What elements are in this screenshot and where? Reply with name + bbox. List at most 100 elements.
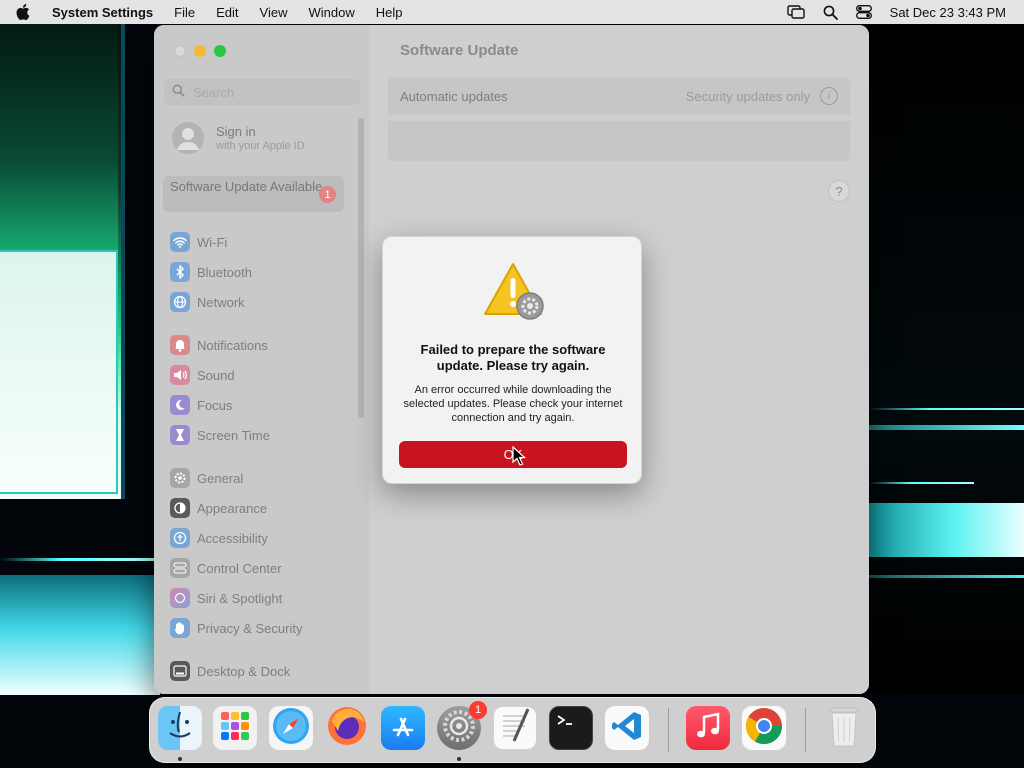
sidebar-item-sound[interactable]: Sound — [170, 365, 235, 385]
general-gear-icon — [170, 468, 190, 488]
sidebar-item-accessibility[interactable]: Accessibility — [170, 528, 268, 548]
signin-title: Sign in — [216, 124, 256, 139]
sidebar-item-siri-spotlight[interactable]: Siri & Spotlight — [170, 588, 282, 608]
sidebar-search-field[interactable]: Search — [164, 79, 360, 105]
mouse-pointer-icon — [512, 445, 527, 471]
menu-view[interactable]: View — [260, 5, 288, 20]
textedit-icon — [498, 707, 532, 750]
sidebar-item-label: Network — [197, 294, 245, 310]
menu-clock[interactable]: Sat Dec 23 3:43 PM — [890, 5, 1006, 20]
menu-help[interactable]: Help — [376, 5, 403, 20]
spotlight-search-icon[interactable] — [823, 5, 838, 20]
screen-time-hourglass-icon — [170, 425, 190, 445]
apple-menu-icon[interactable] — [16, 4, 34, 20]
accessibility-icon — [170, 528, 190, 548]
sidebar-item-label: Notifications — [197, 337, 268, 353]
dock-textedit[interactable] — [493, 706, 537, 750]
alert-message: An error occurred while downloading the … — [403, 384, 623, 424]
sidebar-item-focus[interactable]: Focus — [170, 395, 232, 415]
menu-edit[interactable]: Edit — [216, 5, 238, 20]
apple-id-signin[interactable]: Sign in with your Apple ID — [172, 122, 305, 154]
screen-mirroring-icon[interactable] — [786, 5, 805, 19]
sidebar-item-bluetooth[interactable]: Bluetooth — [170, 262, 252, 282]
close-window-button[interactable] — [174, 45, 186, 57]
app-store-icon — [388, 711, 418, 746]
running-indicator — [457, 757, 461, 761]
sidebar-item-control-center[interactable]: Control Center — [170, 558, 282, 578]
automatic-updates-row[interactable]: Automatic updates Security updates only … — [388, 77, 850, 115]
search-placeholder: Search — [193, 84, 235, 100]
sidebar-item-appearance[interactable]: Appearance — [170, 498, 267, 518]
help-button[interactable]: ? — [828, 180, 850, 202]
sidebar-item-label: Focus — [197, 397, 233, 413]
dock-vscode[interactable] — [605, 706, 649, 750]
sidebar-item-general[interactable]: General — [170, 468, 243, 488]
sidebar-item-software-update-available[interactable]: Software Update Available 1 — [163, 176, 344, 212]
menu-file[interactable]: File — [174, 5, 195, 20]
wallpaper-line-right-2 — [868, 482, 974, 484]
control-center-icon[interactable] — [855, 5, 872, 19]
avatar-icon — [172, 122, 204, 154]
dock-launchpad[interactable] — [213, 706, 257, 750]
alert-title: Failed to prepare the software update. P… — [420, 342, 606, 373]
desktop-dock-icon — [170, 661, 190, 681]
control-center-icon — [170, 558, 190, 578]
wallpaper-bar-right — [868, 503, 1024, 557]
network-globe-icon — [170, 292, 190, 312]
sidebar-item-network[interactable]: Network — [170, 292, 245, 312]
update-count-badge: 1 — [319, 186, 336, 203]
menu-bar: System Settings File Edit View Window He… — [0, 0, 1024, 24]
automatic-updates-label: Automatic updates — [400, 88, 508, 104]
zoom-window-button[interactable] — [214, 45, 226, 57]
sidebar-item-label: Control Center — [197, 560, 282, 576]
privacy-hand-icon — [170, 618, 190, 638]
warning-icon — [483, 262, 547, 320]
dock-trash[interactable] — [822, 706, 866, 750]
menu-app-name[interactable]: System Settings — [52, 5, 153, 20]
info-icon[interactable]: i — [820, 87, 838, 105]
dock-chrome[interactable] — [742, 706, 786, 750]
music-icon — [694, 711, 722, 746]
dock-firefox[interactable] — [325, 706, 369, 750]
dock-finder[interactable] — [158, 706, 202, 750]
dock-separator — [668, 708, 669, 752]
dock-terminal[interactable] — [549, 706, 593, 750]
running-indicator — [178, 757, 182, 761]
update-status-row — [388, 121, 850, 161]
minimize-window-button[interactable] — [194, 45, 206, 57]
firefox-icon — [326, 705, 368, 752]
dock-music[interactable] — [686, 706, 730, 750]
sidebar-item-label: Bluetooth — [197, 264, 252, 280]
sidebar-item-label: Wi-Fi — [197, 234, 228, 250]
sidebar-item-label: Privacy & Security — [197, 620, 303, 636]
sidebar-item-screen-time[interactable]: Screen Time — [170, 425, 270, 445]
sidebar: Search Sign in with your Apple ID Softwa… — [154, 25, 369, 694]
sidebar-item-privacy-security[interactable]: Privacy & Security — [170, 618, 302, 638]
focus-moon-icon — [170, 395, 190, 415]
software-update-available-label: Software Update Available — [170, 179, 323, 194]
sidebar-scrollbar[interactable] — [358, 118, 364, 418]
search-icon — [172, 84, 185, 100]
chrome-icon — [744, 706, 784, 751]
dock-separator — [805, 708, 806, 752]
trash-icon — [826, 704, 862, 753]
finder-icon — [162, 708, 198, 749]
wifi-icon — [170, 232, 190, 252]
notifications-bell-icon — [170, 335, 190, 355]
appearance-icon — [170, 498, 190, 518]
sidebar-item-label: General — [197, 470, 244, 486]
sound-speaker-icon — [170, 365, 190, 385]
page-title: Software Update — [400, 42, 519, 59]
sidebar-item-notifications[interactable]: Notifications — [170, 335, 268, 355]
bluetooth-icon — [170, 262, 190, 282]
window-controls — [174, 45, 226, 57]
wallpaper-line — [0, 558, 155, 561]
automatic-updates-value: Security updates only — [685, 88, 810, 104]
dock-safari[interactable] — [269, 706, 313, 750]
menu-window[interactable]: Window — [308, 5, 354, 20]
dock-app-store[interactable] — [381, 706, 425, 750]
sidebar-item-label: Accessibility — [197, 530, 268, 546]
wallpaper-glow-bottom-left — [0, 575, 160, 695]
sidebar-item-wifi[interactable]: Wi-Fi — [170, 232, 227, 252]
sidebar-item-desktop-dock[interactable]: Desktop & Dock — [170, 661, 290, 681]
